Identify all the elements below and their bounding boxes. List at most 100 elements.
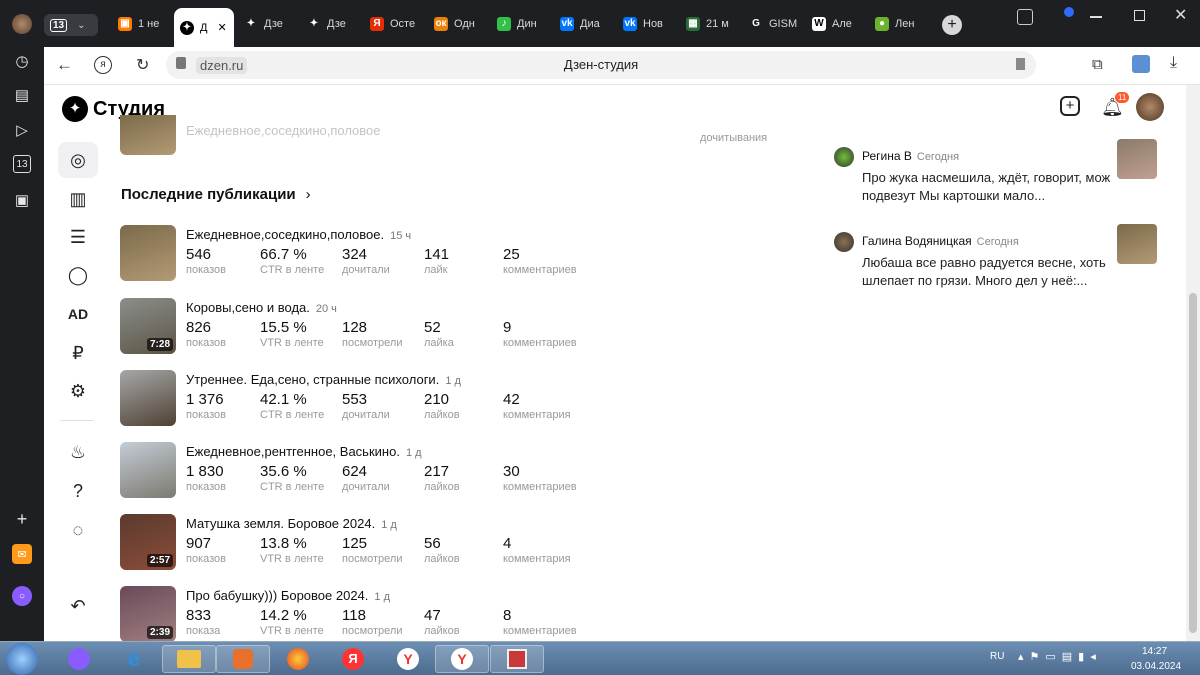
browser-tab-strip: 13 ⌄ ▣ 1 не ✦ Д ✕ ✦ Дзе ✦ Дзе Я Осте ок Одн ♪ Дин vk Диа…	[0, 0, 1200, 47]
partial-pub-thumbnail[interactable]	[120, 115, 176, 155]
add-panel-icon[interactable]: +	[12, 509, 32, 529]
publication-thumbnail[interactable]	[120, 370, 176, 426]
publication-title[interactable]: Ежедневное,соседкино,половое. 15 ч	[186, 227, 411, 242]
taskbar-yandex-icon[interactable]: Я	[326, 645, 380, 673]
nav-chat-icon[interactable]: ◌	[58, 512, 98, 548]
publication-row[interactable]: Ежедневное,соседкино,половое. 15 ч 546 пока…	[120, 225, 640, 285]
publication-row[interactable]: Утреннее. Еда,сено, странные психологи. 1…	[120, 370, 640, 430]
page-scrollbar[interactable]	[1186, 85, 1200, 641]
scrollbar-thumb[interactable]	[1189, 293, 1197, 633]
publication-row[interactable]: 2:39 Про бабушку))) Боровое 2024. 1 д 833 по…	[120, 586, 640, 641]
publication-title[interactable]: Ежедневное,рентгенное, Васькино. 1 д	[186, 444, 422, 459]
language-indicator[interactable]: RU	[990, 651, 1004, 662]
publication-row[interactable]: 7:28 Коровы,сено и вода. 20 ч 826 показов 15.…	[120, 298, 640, 358]
browser-tab[interactable]: ▣ 1 не	[112, 8, 170, 40]
publication-stat: 125 посмотрели	[342, 535, 402, 565]
tabs-counter-icon[interactable]: 13	[13, 155, 31, 173]
reload-icon[interactable]: ↻	[136, 55, 149, 75]
publication-thumbnail[interactable]	[120, 225, 176, 281]
nav-flame-icon[interactable]: ♨	[58, 434, 98, 470]
commenter-name[interactable]: Регина В Сегодня	[862, 149, 959, 163]
nav-settings-icon[interactable]: ⚙	[58, 373, 98, 409]
minimize-button[interactable]	[1090, 16, 1102, 18]
browser-tab[interactable]: ▦ 21 м	[680, 8, 738, 40]
publication-title[interactable]: Коровы,сено и вода. 20 ч	[186, 300, 337, 315]
publication-thumbnail[interactable]: 7:28	[120, 298, 176, 354]
close-window-button[interactable]: ✕	[1174, 5, 1187, 25]
browser-tab[interactable]: Я Осте	[364, 8, 422, 40]
downloads-icon[interactable]: ⤓	[1170, 54, 1177, 72]
yandex-icon[interactable]: я	[94, 56, 112, 74]
stat-label: посмотрели	[342, 337, 403, 349]
screenshot-icon[interactable]: ▣	[12, 190, 32, 210]
clock-time[interactable]: 14:27	[1142, 646, 1167, 657]
tab-favicon-icon: W	[812, 17, 826, 31]
comment-item[interactable]: Регина В Сегодня Про жука насмешила, ждёт,…	[834, 139, 1164, 207]
browser-tab[interactable]: ✦ Дзе	[238, 8, 296, 40]
taskbar-ie-icon[interactable]: e	[107, 645, 161, 673]
comment-publication-thumbnail[interactable]	[1117, 224, 1157, 264]
comment-item[interactable]: Галина Водяницкая Сегодня Любаша все равно…	[834, 224, 1164, 292]
nav-comments-icon[interactable]: ◯	[58, 257, 98, 293]
publication-thumbnail[interactable]	[120, 442, 176, 498]
taskbar-alice-icon[interactable]	[52, 645, 106, 673]
close-tab-icon[interactable]: ✕	[217, 21, 226, 34]
stat-label: VTR в ленте	[260, 553, 324, 565]
commenter-name[interactable]: Галина Водяницкая Сегодня	[862, 234, 1019, 248]
publication-thumbnail[interactable]: 2:57	[120, 514, 176, 570]
publication-title[interactable]: Утреннее. Еда,сено, странные психологи. 1…	[186, 372, 461, 387]
start-button[interactable]	[6, 643, 38, 675]
translate-icon[interactable]	[1132, 55, 1150, 73]
create-button[interactable]: +	[1060, 96, 1080, 116]
nav-help-icon[interactable]: ?	[58, 473, 98, 509]
tray-icons[interactable]: ▴⚑▭▤▮◂	[1018, 650, 1102, 663]
alice-icon[interactable]: ○	[12, 586, 32, 606]
stat-label: показа	[186, 625, 221, 637]
nav-money-icon[interactable]: ₽	[58, 335, 98, 371]
collections-panel-icon[interactable]: ▤	[12, 85, 32, 105]
publication-row[interactable]: 2:57 Матушка земля. Боровое 2024. 1 д 907 по…	[120, 514, 640, 574]
browser-tab[interactable]: W Але	[806, 8, 864, 40]
nav-ad-item[interactable]: AD	[58, 296, 98, 332]
nav-stats-icon[interactable]: ▥	[58, 181, 98, 217]
publication-row[interactable]: Ежедневное,рентгенное, Васькино. 1 д 1 830…	[120, 442, 640, 502]
extensions-icon[interactable]: ⧉	[1092, 56, 1103, 73]
browser-tab[interactable]: ✦ Дзе	[301, 8, 359, 40]
taskbar-app-icon[interactable]	[490, 645, 544, 673]
publication-stat: 25 комментариев	[503, 246, 577, 276]
new-tab-button[interactable]: +	[942, 15, 962, 35]
browser-tab[interactable]: ♪ Дин	[491, 8, 549, 40]
url-field[interactable]: dzen.ru Дзен-студия	[166, 51, 1036, 79]
tab-count-button[interactable]: 13 ⌄	[44, 14, 98, 36]
taskbar-yandex-browser-active-icon[interactable]: Y	[435, 645, 489, 673]
mail-app-icon[interactable]: ✉	[12, 544, 32, 564]
publication-stat: 907 показов	[186, 535, 226, 565]
nav-home-icon[interactable]: ◎	[58, 142, 98, 178]
browser-tab[interactable]: vk Диа	[554, 8, 612, 40]
publication-title[interactable]: Матушка земля. Боровое 2024. 1 д	[186, 516, 397, 531]
user-avatar[interactable]	[1136, 93, 1164, 121]
taskbar-explorer-icon[interactable]	[162, 645, 216, 673]
taskbar-firefox-icon[interactable]	[271, 645, 325, 673]
browser-tab[interactable]: G GISM	[743, 8, 801, 40]
publication-title[interactable]: Про бабушку))) Боровое 2024. 1 д	[186, 588, 390, 603]
collections-icon[interactable]	[1017, 9, 1033, 25]
profile-avatar[interactable]	[12, 14, 32, 34]
bookmark-icon[interactable]	[1016, 58, 1025, 70]
browser-tab[interactable]: vk Нов	[617, 8, 675, 40]
maximize-button[interactable]	[1134, 10, 1145, 21]
recent-publications-link[interactable]: Последние публикации ›	[121, 186, 311, 203]
clock-date[interactable]: 03.04.2024	[1131, 661, 1181, 672]
browser-tab[interactable]: ✦ Д ✕	[174, 8, 234, 47]
nav-back-icon[interactable]: ↶	[58, 588, 98, 624]
back-icon[interactable]: ←	[56, 55, 73, 75]
comment-publication-thumbnail[interactable]	[1117, 139, 1157, 179]
video-icon[interactable]: ▷	[12, 120, 32, 140]
taskbar-yandex-browser-icon[interactable]: Y	[381, 645, 435, 673]
nav-publications-icon[interactable]: ☰	[58, 219, 98, 255]
history-icon[interactable]: ◷	[12, 51, 32, 71]
publication-thumbnail[interactable]: 2:39	[120, 586, 176, 641]
taskbar-media-icon[interactable]	[216, 645, 270, 673]
browser-tab[interactable]: ок Одн	[428, 8, 486, 40]
browser-tab[interactable]: ● Лен	[869, 8, 927, 40]
